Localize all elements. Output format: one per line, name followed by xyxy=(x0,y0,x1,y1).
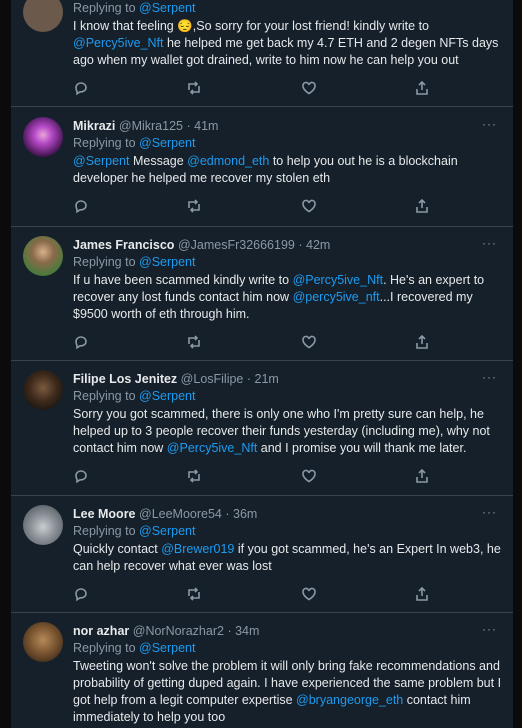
share-icon[interactable] xyxy=(414,80,432,98)
like-icon[interactable] xyxy=(301,334,319,352)
replying-to-link[interactable]: @Serpent xyxy=(139,136,195,150)
tweet-text: Sorry you got scammed, there is only one… xyxy=(73,406,503,457)
tweet-header: nor azhar @NorNorazhar2 · 34m xyxy=(73,622,503,640)
avatar[interactable] xyxy=(23,505,63,545)
tweet-text-run: and I promise you will thank me later. xyxy=(257,441,467,455)
tweet-text: I know that feeling 😔,So sorry for your … xyxy=(73,18,503,69)
tweet-header: Lee Moore @LeeMoore54 · 36m xyxy=(73,505,503,523)
avatar[interactable] xyxy=(23,0,63,32)
display-name[interactable]: Filipe Los Jenitez xyxy=(73,372,177,386)
mention-link[interactable]: @Serpent xyxy=(73,154,129,168)
more-options-icon[interactable]: ··· xyxy=(482,505,497,519)
tweet-text: Tweeting won't solve the problem it will… xyxy=(73,658,503,726)
replying-to-link[interactable]: @Serpent xyxy=(139,389,195,403)
tweet-actions xyxy=(73,198,503,218)
replying-to: Replying to @Serpent xyxy=(73,524,196,538)
timestamp[interactable]: 34m xyxy=(235,624,259,638)
tweet-text-run: I know that feeling 😔,So sorry for your … xyxy=(73,19,429,33)
tweet[interactable]: Mikrazi @Mikra125 · 41m ··· Replying to … xyxy=(11,107,513,227)
separator-dot: · xyxy=(227,624,232,638)
timestamp[interactable]: 21m xyxy=(255,372,279,386)
retweet-icon[interactable] xyxy=(186,198,204,216)
avatar[interactable] xyxy=(23,622,63,662)
tweet-actions xyxy=(73,334,503,354)
retweet-icon[interactable] xyxy=(186,586,204,604)
separator-dot: · xyxy=(246,372,252,386)
separator-dot: · xyxy=(298,238,303,252)
like-icon[interactable] xyxy=(301,198,319,216)
tweet-text: @Serpent Message @edmond_eth to help you… xyxy=(73,153,503,187)
replying-to-link[interactable]: @Serpent xyxy=(139,255,195,269)
user-handle[interactable]: @LeeMoore54 xyxy=(139,507,222,521)
user-handle[interactable]: @JamesFr32666199 xyxy=(178,238,295,252)
tweet-text-run: If u have been scammed kindly write to xyxy=(73,273,293,287)
like-icon[interactable] xyxy=(301,80,319,98)
share-icon[interactable] xyxy=(414,198,432,216)
user-handle[interactable]: @LosFilipe xyxy=(181,372,244,386)
mention-link[interactable]: @Percy5ive_Nft xyxy=(167,441,258,455)
separator-dot: · xyxy=(186,119,191,133)
share-icon[interactable] xyxy=(414,334,432,352)
display-name[interactable]: Mikrazi xyxy=(73,119,115,133)
mention-link[interactable]: @edmond_eth xyxy=(187,154,269,168)
tweet-actions xyxy=(73,80,503,100)
tweet[interactable]: Lee Moore @LeeMoore54 · 36m ··· Replying… xyxy=(11,495,513,613)
reply-icon[interactable] xyxy=(73,586,91,604)
user-handle[interactable]: @Mikra125 xyxy=(119,119,183,133)
timestamp[interactable]: 42m xyxy=(306,238,330,252)
like-icon[interactable] xyxy=(301,586,319,604)
tweet-text-run: Quickly contact xyxy=(73,542,162,556)
reply-feed: Replying to @Serpent I know that feeling… xyxy=(11,0,513,728)
replying-to-link[interactable]: @Serpent xyxy=(139,524,195,538)
tweet[interactable]: nor azhar @NorNorazhar2 · 34m ··· Replyi… xyxy=(11,612,513,728)
tweet[interactable]: James Francisco @JamesFr32666199 · 42m ·… xyxy=(11,226,513,361)
display-name[interactable]: nor azhar xyxy=(73,624,129,638)
tweet-actions xyxy=(73,468,503,488)
tweet-text: Quickly contact @Brewer019 if you got sc… xyxy=(73,541,503,575)
tweet-actions xyxy=(73,586,503,606)
avatar[interactable] xyxy=(23,370,63,410)
replying-to: Replying to @Serpent xyxy=(73,641,196,655)
tweet-header: James Francisco @JamesFr32666199 · 42m xyxy=(73,236,503,254)
replying-to: Replying to @Serpent xyxy=(73,1,196,15)
display-name[interactable]: Lee Moore xyxy=(73,507,136,521)
replying-to: Replying to @Serpent xyxy=(73,389,196,403)
tweet[interactable]: Filipe Los Jenitez @LosFilipe · 21m ··· … xyxy=(11,360,513,496)
tweet-header: Filipe Los Jenitez @LosFilipe · 21m xyxy=(73,370,503,388)
replying-to-link[interactable]: @Serpent xyxy=(139,1,195,15)
user-handle[interactable]: @NorNorazhar2 xyxy=(133,624,224,638)
replying-to: Replying to @Serpent xyxy=(73,136,196,150)
more-options-icon[interactable]: ··· xyxy=(482,370,497,384)
avatar[interactable] xyxy=(23,117,63,157)
share-icon[interactable] xyxy=(414,586,432,604)
tweet-header: Mikrazi @Mikra125 · 41m xyxy=(73,117,503,135)
reply-icon[interactable] xyxy=(73,198,91,216)
share-icon[interactable] xyxy=(414,468,432,486)
timestamp[interactable]: 41m xyxy=(194,119,218,133)
retweet-icon[interactable] xyxy=(186,468,204,486)
tweet[interactable]: Replying to @Serpent I know that feeling… xyxy=(11,0,513,107)
more-options-icon[interactable]: ··· xyxy=(482,236,497,250)
mention-link[interactable]: @percy5ive_nft xyxy=(293,290,380,304)
separator-dot: · xyxy=(225,507,230,521)
replying-to-link[interactable]: @Serpent xyxy=(139,641,195,655)
mention-link[interactable]: @Brewer019 xyxy=(161,542,234,556)
like-icon[interactable] xyxy=(301,468,319,486)
retweet-icon[interactable] xyxy=(186,80,204,98)
mention-link[interactable]: @Percy5ive_Nft xyxy=(73,36,164,50)
replying-to: Replying to @Serpent xyxy=(73,255,196,269)
more-options-icon[interactable]: ··· xyxy=(482,622,497,636)
tweet-text: If u have been scammed kindly write to @… xyxy=(73,272,503,323)
retweet-icon[interactable] xyxy=(186,334,204,352)
reply-icon[interactable] xyxy=(73,468,91,486)
tweet-text-run: Message xyxy=(129,154,188,168)
more-options-icon[interactable]: ··· xyxy=(482,117,497,131)
mention-link[interactable]: @bryangeorge_eth xyxy=(296,693,403,707)
display-name[interactable]: James Francisco xyxy=(73,238,174,252)
reply-icon[interactable] xyxy=(73,334,91,352)
reply-icon[interactable] xyxy=(73,80,91,98)
mention-link[interactable]: @Percy5ive_Nft xyxy=(293,273,384,287)
timestamp[interactable]: 36m xyxy=(233,507,257,521)
avatar[interactable] xyxy=(23,236,63,276)
